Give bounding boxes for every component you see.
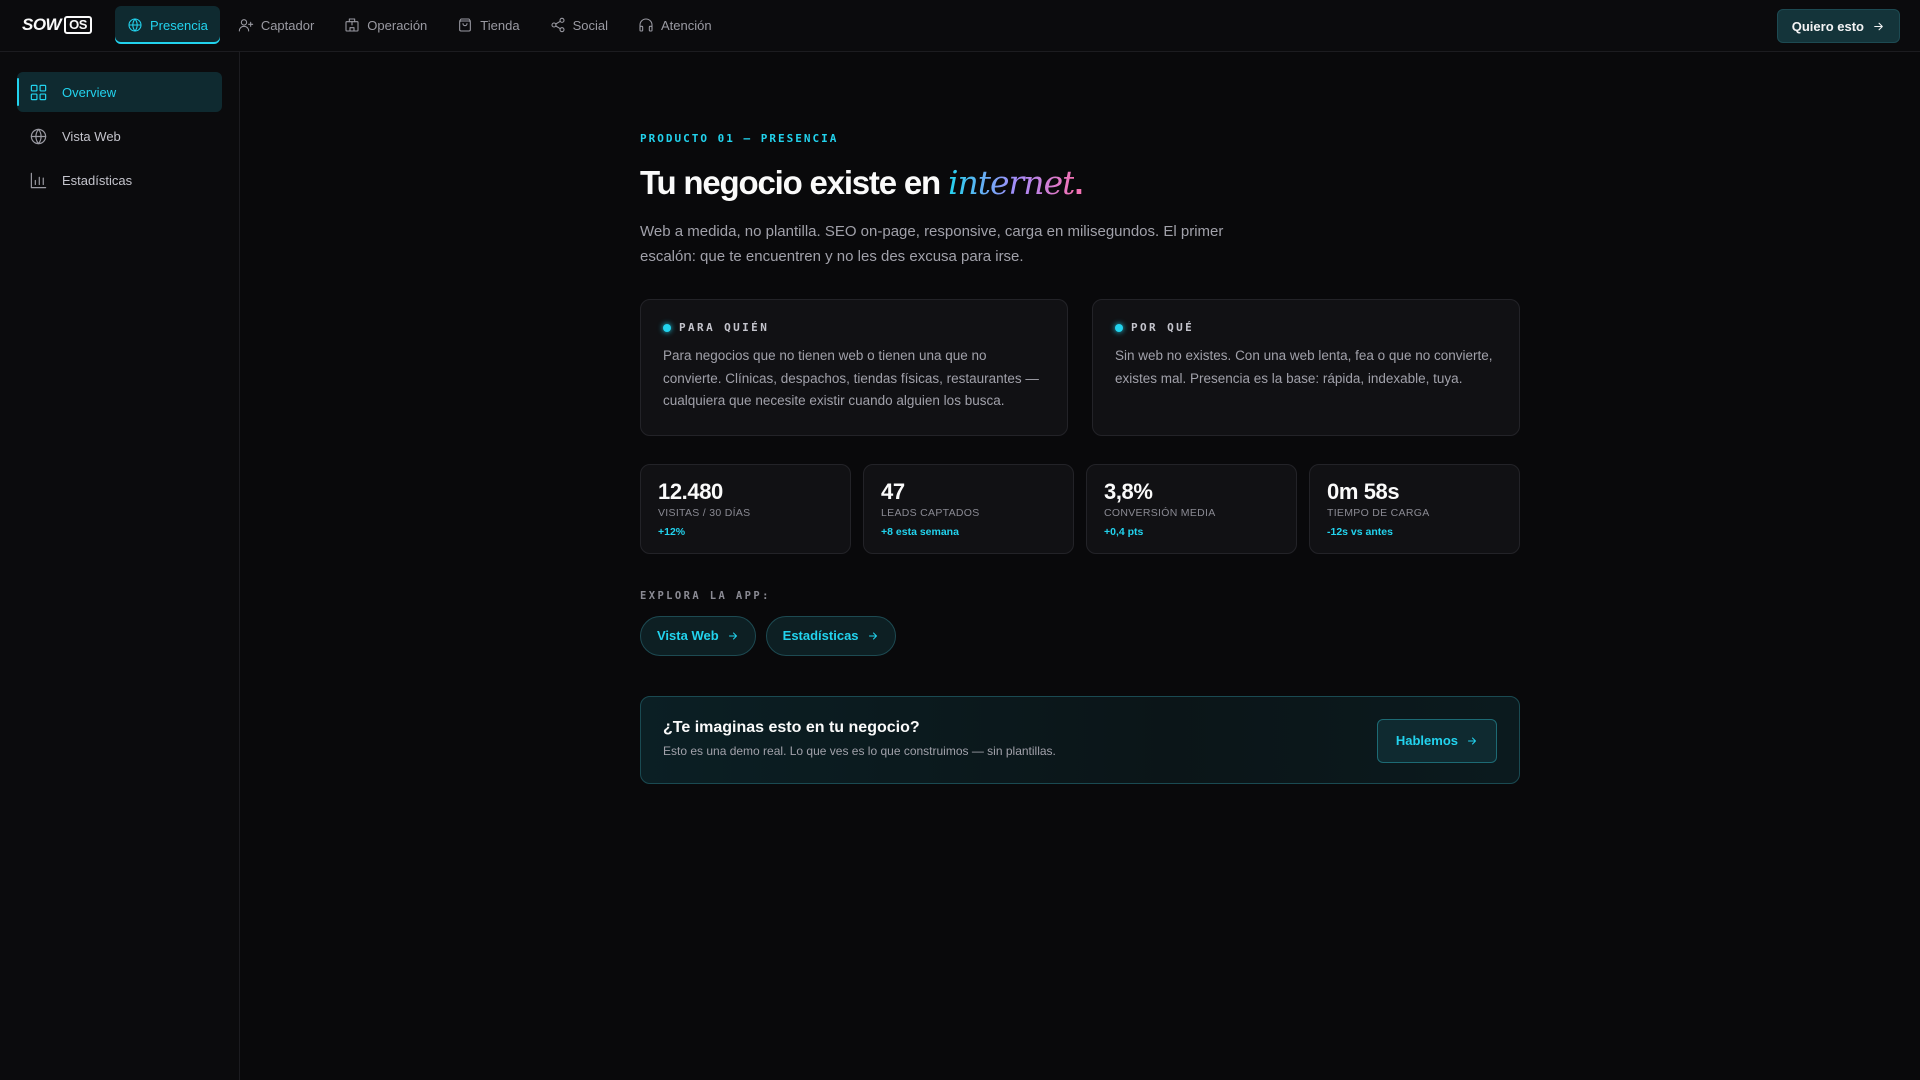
arrow-right-icon <box>1872 20 1885 33</box>
nav-tab-label: Social <box>572 17 608 33</box>
banner-subtitle: Esto es una demo real. Lo que ves es lo … <box>663 743 1056 758</box>
stat-delta: -12s vs antes <box>1327 525 1393 538</box>
stat-delta: +12% <box>658 525 686 538</box>
nav-tab-social[interactable]: Social <box>538 6 620 44</box>
top-bar: SOW OS Presencia Captador Operación Tien… <box>0 0 1920 52</box>
page-title: Tu negocio existe en internet. <box>640 163 1520 202</box>
title-prefix: Tu negocio existe en <box>640 164 948 201</box>
stat-card-conversion: 3,8% CONVERSIÓN MEDIA +0,4 pts <box>1086 463 1297 554</box>
nav-tab-label: Presencia <box>150 17 208 33</box>
stat-card-leads: 47 LEADS CAPTADOS +8 esta semana <box>863 463 1074 554</box>
page-lead: Web a medida, no plantilla. SEO on-page,… <box>640 223 1224 265</box>
stat-delta: +8 esta semana <box>881 525 959 538</box>
explore-links: Vista Web Estadísticas <box>640 615 1520 656</box>
stat-label: LEADS CAPTADOS <box>881 506 980 519</box>
info-cards: PARA QUIÉN Para negocios que no tienen w… <box>640 299 1520 436</box>
nav-tab-operacion[interactable]: Operación <box>332 6 439 44</box>
sidebar-item-vista-web[interactable]: Vista Web <box>17 116 222 156</box>
globe-icon <box>29 127 48 146</box>
stat-value: 3,8% <box>1104 478 1153 504</box>
banner-title: ¿Te imaginas esto en tu negocio? <box>663 718 920 736</box>
main-content: PRODUCTO 01 — PRESENCIA Tu negocio exist… <box>640 52 1520 784</box>
info-card-heading: POR QUÉ <box>1115 321 1497 334</box>
nav-tab-atencion[interactable]: Atención <box>626 6 724 44</box>
sidebar-item-overview[interactable]: Overview <box>17 72 222 112</box>
shopping-bag-icon <box>457 17 473 33</box>
banner-button-label: Hablemos <box>1395 733 1458 748</box>
building-icon <box>344 17 360 33</box>
stat-label: TIEMPO DE CARGA <box>1327 506 1430 519</box>
stats-row: 12.480 VISITAS / 30 DÍAS +12% 47 LEADS C… <box>640 463 1520 554</box>
product-nav: Presencia Captador Operación Tienda Soci… <box>115 6 724 44</box>
explore-link-label: Estadísticas <box>782 628 859 643</box>
logo-word: SOW <box>22 15 62 34</box>
user-plus-icon <box>238 17 254 33</box>
sidebar-item-label: Estadísticas <box>62 172 133 188</box>
arrow-right-icon <box>727 630 739 642</box>
info-card-text: Para negocios que no tienen web o tienen… <box>663 348 1039 408</box>
title-suffix: . <box>1074 164 1083 201</box>
hablemos-button[interactable]: Hablemos <box>1376 718 1497 763</box>
stat-value: 12.480 <box>658 478 723 504</box>
stat-delta: +0,4 pts <box>1104 525 1144 538</box>
info-card-heading: PARA QUIÉN <box>663 321 1045 334</box>
stat-label: CONVERSIÓN MEDIA <box>1104 506 1216 519</box>
nav-tab-label: Captador <box>260 17 315 33</box>
sidebar-item-label: Vista Web <box>62 128 121 144</box>
status-dot-icon <box>663 323 671 332</box>
nav-tab-presencia[interactable]: Presencia <box>115 6 220 44</box>
sidebar-item-estadisticas[interactable]: Estadísticas <box>17 160 222 200</box>
stat-card-tiempo-carga: 0m 58s TIEMPO DE CARGA -12s vs antes <box>1309 463 1520 554</box>
sidebar-item-label: Overview <box>62 84 117 100</box>
app-logo[interactable]: SOW OS <box>22 15 92 34</box>
stat-label: VISITAS / 30 DÍAS <box>658 506 751 519</box>
explore-link-vista-web[interactable]: Vista Web <box>640 615 756 656</box>
nav-tab-captador[interactable]: Captador <box>226 6 326 44</box>
explore-link-label: Vista Web <box>657 628 719 643</box>
nav-tab-label: Tienda <box>480 17 520 33</box>
info-card-por-que: POR QUÉ Sin web no existes. Con una web … <box>1092 299 1520 436</box>
headphones-icon <box>638 17 654 33</box>
stat-value: 0m 58s <box>1327 478 1400 504</box>
product-eyebrow: PRODUCTO 01 — PRESENCIA <box>640 132 839 145</box>
sidebar: Overview Vista Web Estadísticas <box>0 52 240 1080</box>
arrow-right-icon <box>867 630 879 642</box>
quiero-esto-button[interactable]: Quiero esto <box>1776 9 1900 43</box>
bar-chart-icon <box>29 171 48 190</box>
info-card-title: POR QUÉ <box>1131 321 1195 334</box>
info-card-para-quien: PARA QUIÉN Para negocios que no tienen w… <box>640 299 1068 436</box>
nav-tab-tienda[interactable]: Tienda <box>445 6 531 44</box>
nav-tab-label: Operación <box>367 17 428 33</box>
logo-box: OS <box>64 16 92 34</box>
info-card-text: Sin web no existes. Con una web lenta, f… <box>1115 348 1493 386</box>
cta-banner: ¿Te imaginas esto en tu negocio? Esto es… <box>640 695 1520 784</box>
globe-icon <box>127 17 143 33</box>
arrow-right-icon <box>1466 735 1478 747</box>
nav-tab-label: Atención <box>660 17 712 33</box>
stat-value: 47 <box>881 478 905 504</box>
explore-link-estadisticas[interactable]: Estadísticas <box>765 615 896 656</box>
status-dot-icon <box>1115 323 1123 332</box>
title-accent: internet <box>947 163 1075 202</box>
grid-icon <box>29 83 48 102</box>
share-icon <box>550 17 566 33</box>
stat-card-visitas: 12.480 VISITAS / 30 DÍAS +12% <box>640 463 851 554</box>
explore-label: EXPLORA LA APP: <box>640 589 771 602</box>
cta-label: Quiero esto <box>1791 18 1864 34</box>
info-card-title: PARA QUIÉN <box>679 321 770 334</box>
